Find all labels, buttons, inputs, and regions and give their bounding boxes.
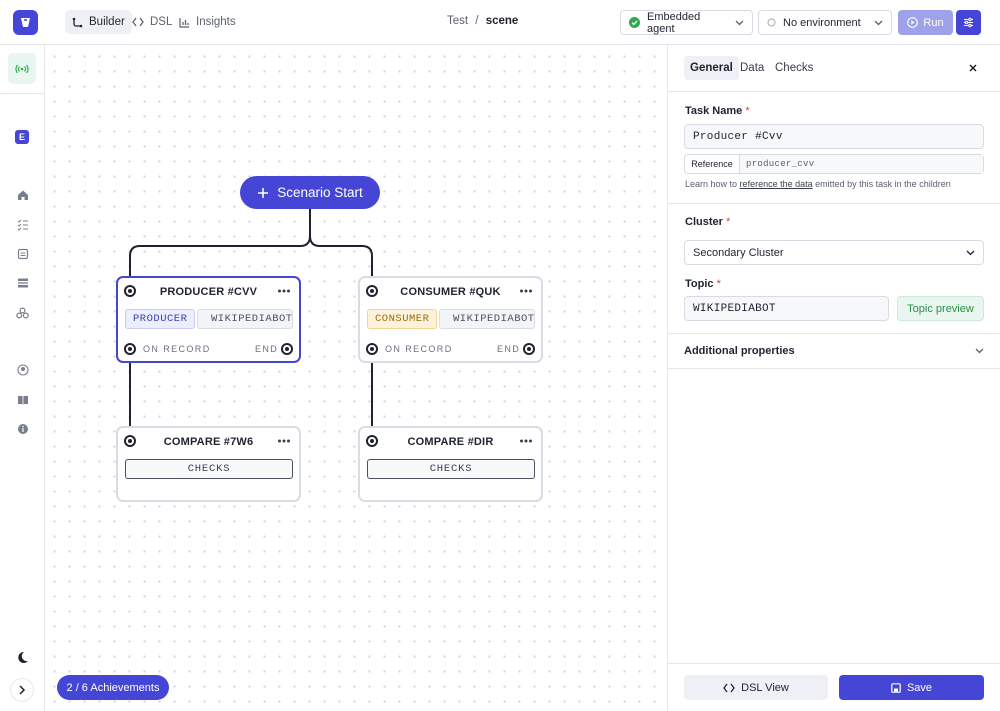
panel-tab-checks[interactable]: Checks (769, 56, 819, 80)
run-button[interactable]: Run (898, 10, 953, 35)
input-port[interactable] (366, 285, 378, 297)
dsl-view-button[interactable]: DSL View (684, 675, 828, 700)
end-label: END (255, 344, 279, 354)
panel-tab-data[interactable]: Data (734, 56, 770, 80)
reference-value: producer_cvv (740, 155, 983, 173)
checks-button[interactable]: CHECKS (367, 459, 535, 479)
on-record-label: ON RECORD (385, 344, 453, 354)
close-panel-button[interactable] (964, 59, 982, 77)
reference-data-link[interactable]: reference the data (740, 179, 813, 189)
save-label: Save (906, 681, 933, 694)
end-port[interactable] (523, 343, 535, 355)
close-icon (969, 64, 977, 72)
additional-properties-label: Additional properties (684, 345, 795, 357)
consumer-type-tag: CONSUMER (367, 309, 438, 329)
reference-field[interactable]: Reference producer_cvv (684, 154, 984, 174)
compare-node[interactable]: COMPARE #7W6 CHECKS (116, 426, 301, 502)
consumer-node[interactable]: CONSUMER #QUK CONSUMER WIKIPEDIABOT ON R… (358, 276, 543, 363)
more-icon[interactable] (277, 434, 291, 448)
empty-circle-icon (767, 18, 776, 27)
cluster-select-value: Secondary Cluster (693, 246, 784, 259)
node-title: CONSUMER #QUK (400, 286, 501, 298)
reference-help-text: Learn how to reference the data emitted … (685, 179, 951, 189)
input-port[interactable] (366, 435, 378, 447)
save-icon (891, 682, 901, 693)
play-icon (907, 17, 919, 28)
task-name-label: Task Name * (685, 105, 750, 117)
on-record-label: ON RECORD (143, 344, 211, 354)
producer-type-tag: PRODUCER (125, 309, 196, 329)
scenario-start-label: Scenario Start (277, 185, 363, 200)
more-icon[interactable] (519, 434, 533, 448)
node-title: COMPARE #DIR (407, 436, 494, 448)
settings-button[interactable] (956, 10, 981, 35)
sliders-icon (964, 17, 973, 28)
plus-icon (258, 187, 269, 198)
panel-tab-general[interactable]: General (684, 56, 739, 80)
topic-tag-label: WIKIPEDIABOT (453, 313, 535, 325)
chevron-down-icon (874, 20, 883, 25)
more-icon[interactable] (277, 284, 291, 298)
more-icon[interactable] (519, 284, 533, 298)
environment-select-value: No environment (783, 16, 861, 29)
save-button[interactable]: Save (839, 675, 984, 700)
topic-tag: WIKIPEDIABOT (197, 309, 293, 329)
dsl-view-label: DSL View (741, 681, 789, 694)
topic-tag: WIKIPEDIABOT (439, 309, 535, 329)
achievements-badge[interactable]: 2 / 6 Achievements (57, 675, 169, 700)
topic-label: Topic * (685, 278, 721, 290)
end-label: END (497, 344, 521, 354)
end-port[interactable] (281, 343, 293, 355)
compare-node[interactable]: COMPARE #DIR CHECKS (358, 426, 543, 502)
topic-tag-label: WIKIPEDIABOT (211, 313, 293, 325)
connector-lines (129, 209, 373, 434)
on-record-port[interactable] (366, 343, 378, 355)
code-icon (723, 683, 735, 692)
producer-node[interactable]: PRODUCER #CVV PRODUCER WIKIPEDIABOT ON R… (116, 276, 301, 363)
chevron-down-icon (966, 250, 975, 255)
additional-properties-toggle[interactable]: Additional properties (684, 344, 984, 358)
node-title: COMPARE #7W6 (163, 436, 254, 448)
task-settings-panel: General Data Checks Task Name * Producer… (668, 45, 1000, 711)
input-port[interactable] (124, 285, 136, 297)
reference-label: Reference (685, 155, 740, 173)
chevron-down-icon (735, 20, 744, 25)
checks-button[interactable]: CHECKS (125, 459, 293, 479)
run-button-label: Run (923, 16, 944, 29)
on-record-port[interactable] (124, 343, 136, 355)
environment-select[interactable]: No environment (758, 10, 892, 35)
input-port[interactable] (124, 435, 136, 447)
task-name-input[interactable]: Producer #Cvv (684, 124, 984, 149)
topic-preview-button[interactable]: Topic preview (897, 296, 984, 321)
cluster-select[interactable]: Secondary Cluster (684, 240, 984, 265)
scenario-start-button[interactable]: Scenario Start (240, 176, 380, 209)
topic-input[interactable]: WIKIPEDIABOT (684, 296, 889, 321)
node-title: PRODUCER #CVV (159, 286, 258, 298)
chevron-down-icon (975, 348, 984, 354)
cluster-label: Cluster * (685, 216, 731, 228)
